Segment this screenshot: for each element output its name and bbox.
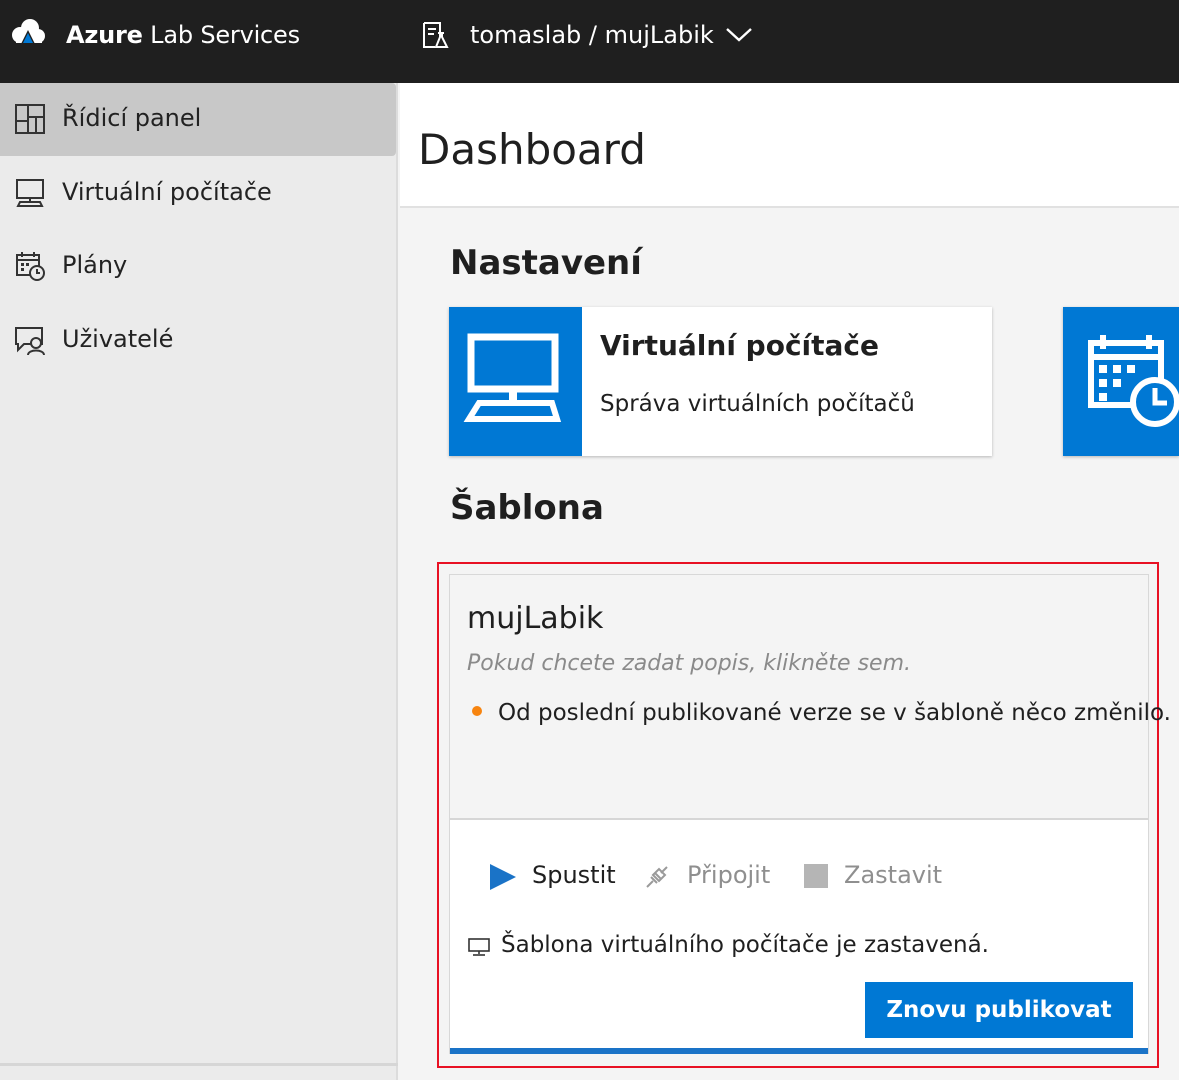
tile-icon-box [1063,307,1179,456]
template-warning: Od poslední publikované verze se v šablo… [472,700,1171,726]
lab-selector[interactable]: tomaslab / mujLabik [470,21,714,49]
warning-dot-icon [472,706,482,716]
sidebar-item-virtual-machines[interactable]: Virtuální počítače [0,157,396,230]
sidebar: Řídicí panel Virtuální počítače Plány Už… [0,83,398,1080]
app-title[interactable]: Azure Lab Services [66,21,300,49]
stop-button[interactable]: Zastavit [803,859,942,895]
sidebar-item-label: Uživatelé [62,325,174,353]
monitor-icon [463,333,562,422]
tile-description: Správa virtuálních počítačů [600,391,915,417]
sidebar-item-label: Virtuální počítače [62,178,272,206]
tile-title: Virtuální počítače [600,329,880,362]
app-title-bold: Azure [66,21,143,49]
connect-label: Připojit [687,861,771,889]
virtual-machines-tile[interactable]: Virtuální počítače Správa virtuálních po… [449,307,992,456]
app-title-rest: Lab Services [142,21,300,49]
template-card-accent-bar [450,1048,1148,1054]
template-name[interactable]: mujLabik [467,601,603,636]
start-button[interactable]: Spustit [488,859,616,895]
sidebar-item-label: Řídicí panel [62,104,202,132]
monitor-icon [468,938,490,956]
sidebar-item-users[interactable]: Uživatelé [0,304,396,377]
template-warning-text: Od poslední publikované verze se v šablo… [498,700,1171,726]
template-description-placeholder[interactable]: Pokud chcete zadat popis, klikněte sem. [467,651,911,676]
connect-button[interactable]: Připojit [643,859,773,895]
settings-heading: Nastavení [450,243,642,283]
sidebar-divider [0,1063,398,1066]
dashboard-icon [15,104,45,134]
template-card: mujLabik Pokud chcete zadat popis, klikn… [449,574,1171,1054]
stop-label: Zastavit [844,861,943,889]
azure-lab-logo-icon [12,19,45,44]
schedules-tile[interactable] [1063,307,1179,456]
start-label: Spustit [532,861,616,889]
calendar-clock-icon [1088,335,1179,427]
page-header: Dashboard [400,83,1179,208]
sidebar-item-label: Plány [62,251,128,279]
template-heading: Šablona [450,488,604,528]
tile-icon-box [449,307,582,456]
lab-flask-icon [423,22,449,48]
sidebar-item-dashboard[interactable]: Řídicí panel [0,83,396,156]
chevron-down-icon[interactable] [724,22,754,46]
template-status-text: Šablona virtuálního počítače je zastaven… [501,932,989,958]
plug-icon [646,866,668,888]
republish-button[interactable]: Znovu publikovat [865,982,1133,1038]
page-title: Dashboard [418,125,646,174]
sidebar-item-schedules[interactable]: Plány [0,230,396,303]
stop-icon [804,864,828,888]
users-chat-icon [15,327,45,356]
template-card-header: mujLabik Pokud chcete zadat popis, klikn… [450,575,1171,820]
calendar-clock-icon [16,252,45,281]
play-icon [490,864,516,890]
monitor-icon [16,179,44,207]
top-bar: Azure Lab Services tomaslab / mujLabik [0,0,1179,83]
